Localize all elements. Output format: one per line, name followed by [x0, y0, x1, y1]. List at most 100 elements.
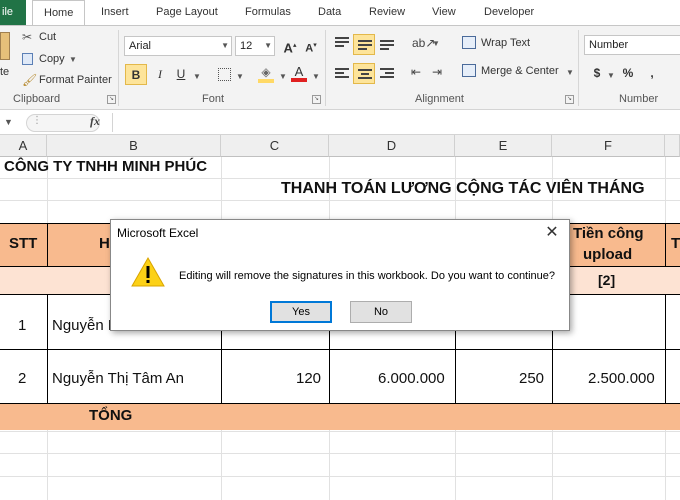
column-header-f[interactable]: F	[552, 135, 665, 157]
border-line	[0, 349, 680, 350]
align-right-icon[interactable]	[380, 68, 394, 80]
decrease-font-icon[interactable]: A▾	[300, 36, 322, 57]
header-g-partial[interactable]: T	[671, 235, 680, 252]
bold-button[interactable]: B	[125, 64, 147, 85]
font-color-icon[interactable]: A	[291, 64, 307, 82]
paste-icon[interactable]	[0, 32, 10, 60]
sheet-title[interactable]: THANH TOÁN LƯƠNG CỘNG TÁC VIÊN THÁNG	[281, 180, 645, 198]
row2-stt[interactable]: 2	[18, 370, 26, 387]
cut-icon[interactable]: ✂	[22, 30, 32, 44]
no-button[interactable]: No	[350, 301, 412, 323]
align-left-icon[interactable]	[335, 68, 349, 80]
row2-upload-pay[interactable]: 2.500.000	[588, 370, 655, 387]
border-icon[interactable]	[218, 68, 231, 81]
chevron-down-icon: ▼	[264, 41, 272, 50]
font-name-combo[interactable]: Arial ▼	[124, 36, 232, 56]
tab-formulas[interactable]: Formulas	[245, 0, 291, 25]
tab-insert[interactable]: Insert	[101, 0, 129, 25]
dialog-title-bar[interactable]: Microsoft Excel ✕	[111, 220, 569, 246]
subheader-f[interactable]: [2]	[598, 272, 615, 288]
tab-view[interactable]: View	[432, 0, 456, 25]
tab-review[interactable]: Review	[369, 0, 405, 25]
header-upload-line2[interactable]: upload	[583, 246, 632, 263]
fill-color-icon[interactable]: ◈	[258, 65, 274, 83]
merge-center-icon[interactable]	[462, 64, 476, 77]
header-upload-line1[interactable]: Tiền công	[573, 225, 644, 242]
align-bottom-icon[interactable]	[380, 40, 394, 52]
underline-button[interactable]: U	[170, 64, 192, 85]
fx-icon[interactable]: fx	[90, 114, 100, 129]
merge-dropdown-icon[interactable]: ▼	[566, 68, 574, 77]
tab-developer[interactable]: Developer	[484, 0, 534, 25]
formula-options-handle[interactable]: ⋮	[26, 114, 100, 132]
cut-button[interactable]: Cut	[39, 31, 56, 43]
column-header-d[interactable]: D	[329, 135, 455, 157]
copy-button[interactable]: Copy	[39, 53, 65, 65]
align-top-icon[interactable]	[335, 37, 349, 49]
row2-amount[interactable]: 6.000.000	[378, 370, 445, 387]
currency-dropdown-icon[interactable]: ▼	[607, 71, 615, 80]
formula-bar: ▼ ⋮ fx	[0, 111, 680, 135]
align-middle-icon	[358, 40, 372, 52]
yes-button[interactable]: Yes	[270, 301, 332, 323]
close-icon[interactable]: ✕	[541, 222, 563, 244]
merge-center-button[interactable]: Merge & Center	[481, 65, 559, 77]
font-size-combo[interactable]: 12 ▼	[235, 36, 275, 56]
font-launcher-icon[interactable]: ↘	[312, 95, 321, 104]
wrap-text-button[interactable]: Wrap Text	[481, 37, 530, 49]
group-separator	[118, 30, 119, 106]
border-dropdown-icon[interactable]: ▼	[236, 72, 244, 81]
tab-file[interactable]: ile	[0, 0, 26, 25]
currency-button[interactable]: $	[586, 63, 608, 84]
column-header-a[interactable]: A	[0, 135, 47, 157]
column-header-b[interactable]: B	[47, 135, 221, 157]
clipboard-launcher-icon[interactable]: ↘	[107, 95, 116, 104]
chevron-down-icon: ▼	[4, 117, 13, 127]
format-painter-icon[interactable]: 🖌	[22, 73, 37, 87]
column-header-g[interactable]	[665, 135, 680, 157]
row2-quantity[interactable]: 120	[296, 370, 321, 387]
header-name[interactable]: H	[99, 235, 110, 252]
header-stt[interactable]: STT	[9, 235, 37, 252]
percent-button[interactable]: %	[617, 63, 639, 84]
underline-dropdown-icon[interactable]: ▼	[193, 72, 201, 81]
row2-name[interactable]: Nguyễn Thị Tâm An	[52, 370, 184, 387]
name-box[interactable]: ▼	[0, 113, 22, 132]
increase-font-icon[interactable]: A▴	[279, 36, 301, 57]
company-name[interactable]: CÔNG TY TNHH MINH PHÚC	[4, 158, 207, 175]
group-separator	[578, 30, 579, 106]
number-format-value: Number	[589, 39, 629, 51]
wrap-text-icon[interactable]	[462, 36, 476, 49]
gridline	[0, 178, 680, 179]
copy-dropdown-icon[interactable]: ▼	[69, 55, 77, 64]
align-center-icon	[358, 69, 372, 81]
column-header-c[interactable]: C	[221, 135, 329, 157]
font-name-value: Arial	[129, 40, 152, 52]
copy-icon[interactable]	[22, 53, 33, 65]
align-middle-button[interactable]	[353, 34, 375, 55]
italic-button[interactable]: I	[149, 64, 171, 85]
comma-button[interactable]: ,	[641, 63, 663, 84]
alignment-launcher-icon[interactable]: ↘	[565, 95, 574, 104]
paste-button-label[interactable]: te	[0, 66, 9, 78]
number-format-combo[interactable]: Number	[584, 35, 680, 55]
group-separator	[325, 30, 326, 106]
formula-input[interactable]	[112, 113, 680, 132]
increase-indent-icon[interactable]: ⇥	[432, 65, 442, 79]
align-center-button[interactable]	[353, 63, 375, 84]
more-icon: ⋮	[32, 115, 42, 126]
ribbon-tab-bar: ile Home Insert Page Layout Formulas Dat…	[0, 0, 680, 26]
font-color-dropdown-icon[interactable]: ▼	[312, 72, 320, 81]
total-label[interactable]: TỔNG	[89, 407, 132, 424]
tab-page-layout[interactable]: Page Layout	[156, 0, 218, 25]
decrease-indent-icon[interactable]: ⇤	[411, 65, 421, 79]
row1-stt[interactable]: 1	[18, 317, 26, 334]
column-header-e[interactable]: E	[455, 135, 552, 157]
row2-upload-count[interactable]: 250	[519, 370, 544, 387]
gridline	[0, 200, 680, 201]
tab-data[interactable]: Data	[318, 0, 341, 25]
orientation-dropdown-icon[interactable]: ▼	[432, 39, 440, 48]
format-painter-button[interactable]: Format Painter	[39, 74, 112, 86]
tab-home[interactable]: Home	[32, 0, 86, 26]
fill-color-dropdown-icon[interactable]: ▼	[279, 72, 287, 81]
